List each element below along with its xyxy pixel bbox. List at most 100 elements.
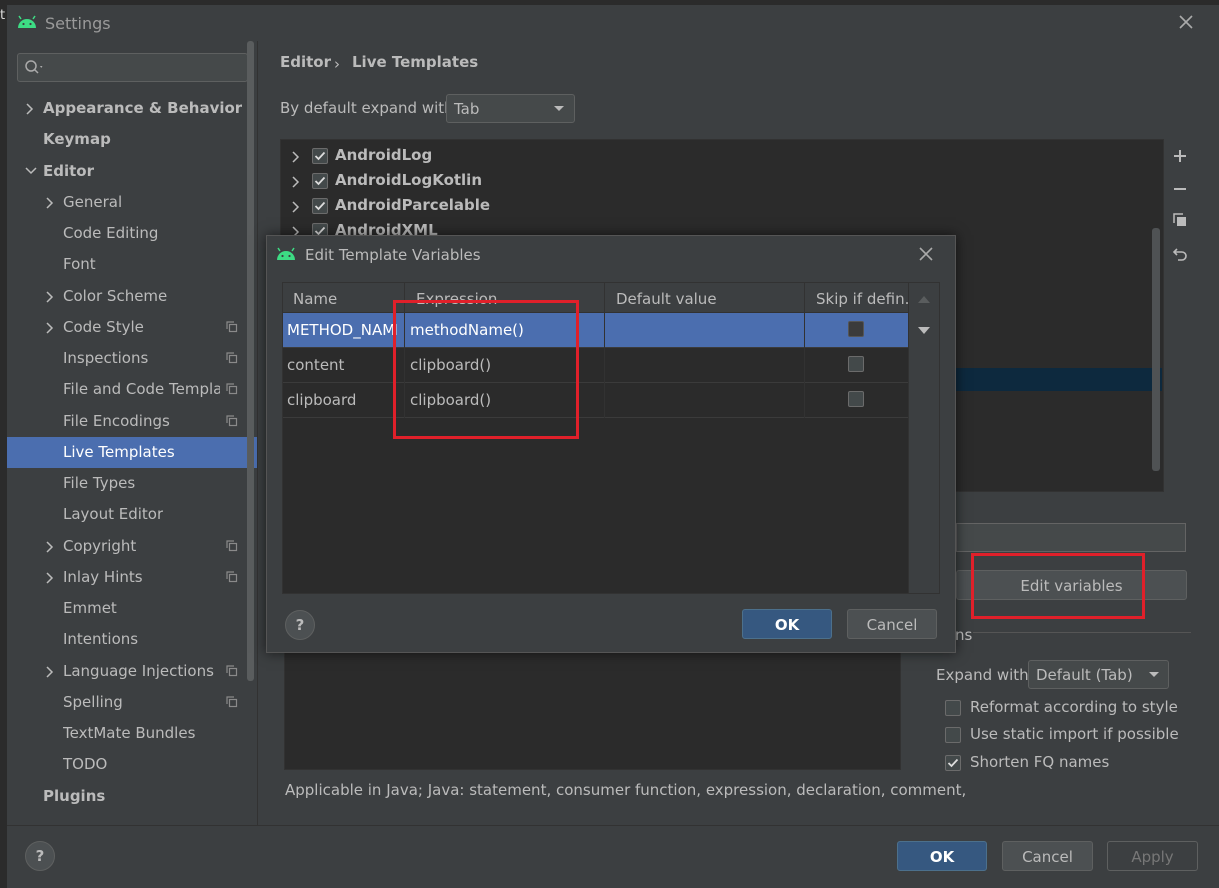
- sidebar-item-appearance-behavior[interactable]: Appearance & Behavior: [7, 93, 257, 124]
- selected-template-row[interactable]: [956, 368, 1162, 391]
- sidebar-item-code-style[interactable]: Code Style: [7, 312, 257, 343]
- sidebar-item-editor[interactable]: Editor: [7, 156, 257, 187]
- project-scope-icon: [226, 540, 238, 552]
- restore-icon[interactable]: [1172, 246, 1188, 262]
- template-text-field[interactable]: [956, 523, 1186, 552]
- static-import-checkbox[interactable]: [945, 727, 961, 743]
- cell-name[interactable]: clipboard: [287, 391, 397, 409]
- sidebar-item-label: Live Templates: [63, 443, 175, 461]
- sidebar-item-file-types[interactable]: File Types: [7, 468, 257, 499]
- sidebar-item-todo[interactable]: TODO: [7, 749, 257, 780]
- move-down-icon[interactable]: [917, 326, 931, 335]
- chevron-right-icon[interactable]: [291, 176, 301, 188]
- breadcrumb-separator: ›: [334, 55, 340, 73]
- default-expand-label: By default expand with: [280, 99, 454, 117]
- template-group-label: AndroidLogKotlin: [335, 171, 483, 189]
- dialog-cancel-button[interactable]: Cancel: [847, 609, 937, 639]
- shorten-fq-label: Shorten FQ names: [970, 753, 1110, 771]
- remove-icon[interactable]: [1172, 181, 1188, 197]
- template-group-checkbox[interactable]: [312, 148, 328, 164]
- sidebar-item-label: General: [63, 193, 123, 211]
- edit-variables-highlight-box: [971, 553, 1145, 619]
- sidebar-item-copyright[interactable]: Copyright: [7, 531, 257, 562]
- sidebar-item-language-injections[interactable]: Language Injections: [7, 656, 257, 687]
- chevron-right-icon[interactable]: [45, 197, 55, 209]
- chevron-down-icon[interactable]: [25, 166, 37, 176]
- sidebar-item-keymap[interactable]: Keymap: [7, 124, 257, 155]
- column-header-default-value[interactable]: Default value: [616, 290, 796, 308]
- chevron-right-icon[interactable]: [291, 151, 301, 163]
- sidebar-item-label: Code Editing: [63, 224, 159, 242]
- chevron-right-icon[interactable]: [25, 103, 35, 115]
- chevron-right-icon[interactable]: [45, 572, 55, 584]
- shorten-fq-checkbox[interactable]: [945, 755, 961, 771]
- apply-button[interactable]: Apply: [1107, 841, 1198, 871]
- sidebar-item-intentions[interactable]: Intentions: [7, 624, 257, 655]
- template-group-checkbox[interactable]: [312, 198, 328, 214]
- close-icon[interactable]: [1176, 12, 1196, 32]
- sidebar-item-inspections[interactable]: Inspections: [7, 343, 257, 374]
- cell-name[interactable]: content: [287, 356, 397, 374]
- sidebar-item-spelling[interactable]: Spelling: [7, 687, 257, 718]
- window-title: Settings: [45, 14, 111, 33]
- sidebar-item-emmet[interactable]: Emmet: [7, 593, 257, 624]
- help-button[interactable]: ?: [25, 841, 55, 871]
- move-up-icon[interactable]: [917, 295, 931, 304]
- applicable-contexts[interactable]: Applicable in Java; Java: statement, con…: [285, 781, 966, 799]
- breadcrumb-editor[interactable]: Editor: [280, 53, 331, 71]
- sidebar-item-font[interactable]: Font: [7, 249, 257, 280]
- table-row[interactable]: content clipboard(): [283, 348, 908, 383]
- column-divider[interactable]: [604, 283, 605, 418]
- chevron-right-icon[interactable]: [45, 666, 55, 678]
- cell-skip-checkbox[interactable]: [848, 391, 864, 407]
- sidebar-scrollbar[interactable]: [247, 41, 254, 681]
- sidebar-item-file-encodings[interactable]: File Encodings: [7, 406, 257, 437]
- table-row[interactable]: clipboard clipboard(): [283, 383, 908, 418]
- sidebar-item-color-scheme[interactable]: Color Scheme: [7, 281, 257, 312]
- sidebar-item-label: Inspections: [63, 349, 149, 367]
- cell-name[interactable]: METHOD_NAME: [287, 321, 397, 339]
- reformat-checkbox[interactable]: [945, 700, 961, 716]
- column-header-name[interactable]: Name: [293, 290, 398, 308]
- template-group-checkbox[interactable]: [312, 173, 328, 189]
- sidebar-item-label: Color Scheme: [63, 287, 168, 305]
- settings-search-input[interactable]: [17, 53, 248, 82]
- templates-scrollbar[interactable]: [1152, 228, 1160, 471]
- project-scope-icon: [226, 321, 238, 333]
- sidebar-item-layout-editor[interactable]: Layout Editor: [7, 499, 257, 530]
- chevron-right-icon[interactable]: [45, 541, 55, 553]
- column-header-skip[interactable]: Skip if defin...: [816, 290, 908, 308]
- sidebar-item-inlay-hints[interactable]: Inlay Hints: [7, 562, 257, 593]
- chevron-right-icon[interactable]: [291, 201, 301, 213]
- cell-skip-checkbox[interactable]: [848, 321, 864, 337]
- cancel-button[interactable]: Cancel: [1002, 841, 1093, 871]
- sidebar-item-general[interactable]: General: [7, 187, 257, 218]
- column-divider[interactable]: [804, 283, 805, 418]
- add-icon[interactable]: [1172, 148, 1188, 164]
- sidebar-item-live-templates[interactable]: Live Templates: [7, 437, 257, 468]
- chevron-right-icon[interactable]: [45, 291, 55, 303]
- android-logo-icon: [276, 247, 296, 261]
- options-divider: [973, 632, 1191, 633]
- dialog-help-button[interactable]: ?: [285, 610, 315, 640]
- sidebar-item-textmate-bundles[interactable]: TextMate Bundles: [7, 718, 257, 749]
- sidebar-item-code-editing[interactable]: Code Editing: [7, 218, 257, 249]
- background-window-edge-text: t: [0, 8, 6, 23]
- sidebar-item-label: TODO: [63, 755, 108, 773]
- chevron-right-icon[interactable]: [45, 322, 55, 334]
- ok-button[interactable]: OK: [897, 841, 987, 871]
- template-text-area[interactable]: [284, 652, 901, 770]
- sidebar-item-label: Language Injections: [63, 662, 214, 680]
- sidebar-item-file-and-code-templates[interactable]: File and Code Templates: [7, 374, 257, 405]
- android-logo-icon: [17, 15, 37, 29]
- sidebar-item-plugins[interactable]: Plugins: [7, 781, 257, 812]
- table-row[interactable]: METHOD_NAME methodName(): [283, 313, 908, 348]
- sidebar-item-label: Inlay Hints: [63, 568, 143, 586]
- static-import-label: Use static import if possible: [970, 725, 1179, 743]
- cell-skip-checkbox[interactable]: [848, 356, 864, 372]
- sidebar-item-label: Editor: [43, 162, 94, 180]
- copy-icon[interactable]: [1172, 212, 1188, 228]
- breadcrumb-current: Live Templates: [352, 53, 479, 71]
- dialog-ok-button[interactable]: OK: [742, 609, 832, 639]
- close-icon[interactable]: [918, 246, 934, 262]
